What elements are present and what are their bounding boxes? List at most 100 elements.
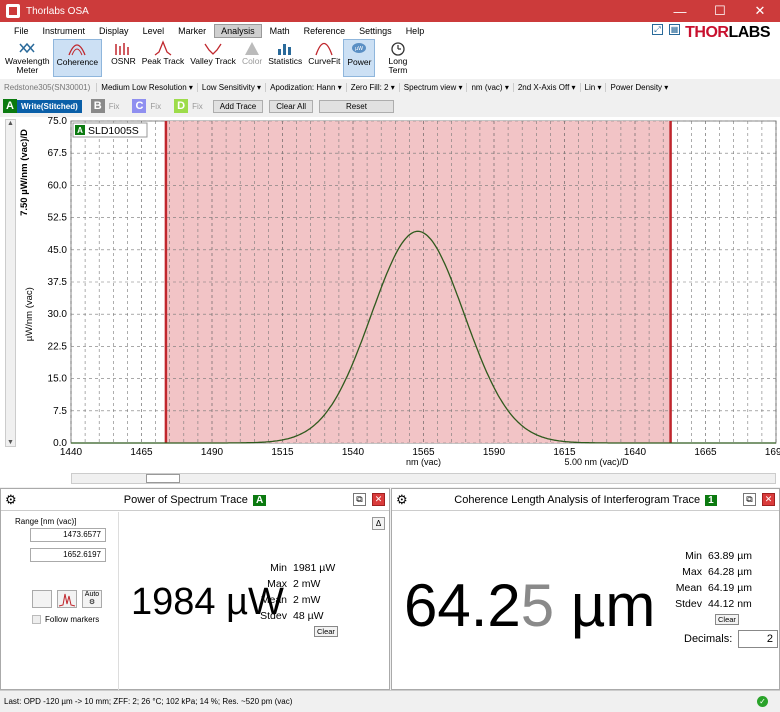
power-stat-value: 1981 µW [293, 562, 336, 574]
scale-dropdown[interactable]: Lin ▾ [579, 82, 606, 92]
osnr-icon [114, 40, 132, 56]
clear-all-button[interactable]: Clear All [269, 99, 314, 113]
power-panel-header: ⚙ Power of Spectrum Trace A ⧉ ✕ [1, 489, 389, 511]
scale-value: Lin [584, 82, 596, 92]
minimize-button[interactable]: — [660, 0, 700, 22]
coherence-clear-button[interactable]: Clear [715, 614, 739, 625]
menu-instrument[interactable]: Instrument [37, 25, 92, 37]
y-tick-label: 45.0 [48, 245, 68, 256]
peak-track-icon [154, 40, 172, 56]
menu-help[interactable]: Help [400, 25, 431, 37]
menu-marker[interactable]: Marker [172, 25, 212, 37]
menu-file[interactable]: File [8, 25, 35, 37]
power-clear-button[interactable]: Clear [314, 626, 338, 637]
menu-settings[interactable]: Settings [353, 25, 398, 37]
menu-analysis[interactable]: Analysis [214, 23, 262, 38]
trace-a-mode[interactable]: Write(Stitched) [17, 99, 82, 113]
second-axis-dropdown[interactable]: 2nd X-Axis Off ▾ [512, 82, 580, 92]
ribbon-label: Power [347, 57, 372, 67]
maximize-button[interactable]: ☐ [700, 0, 740, 22]
spectrum-view-dropdown[interactable]: Spectrum view ▾ [398, 82, 467, 92]
auto-range-button[interactable]: Auto ⚙ [82, 590, 102, 608]
y-division-label: 7.50 µW/nm (vac)/D [19, 129, 30, 216]
coherence-title-text: Coherence Length Analysis of Interferogr… [454, 493, 701, 506]
ribbon-statistics[interactable]: Statistics [265, 39, 305, 77]
trace-tag-badge: A [252, 494, 267, 506]
range-max-input[interactable]: 1652.6197 [30, 548, 106, 562]
coherence-icon [68, 41, 86, 57]
layout-icon[interactable]: ▦ [669, 24, 680, 35]
range-label: Range [nm (vac)] [15, 517, 77, 526]
horizontal-scrollbar[interactable] [71, 473, 776, 484]
coherence-panel-title: Coherence Length Analysis of Interferogr… [392, 494, 779, 506]
apodization-dropdown[interactable]: Apodization: Hann ▾ [265, 82, 346, 92]
coherence-clear-label: Clear [715, 614, 739, 625]
unit-dropdown[interactable]: nm (vac) ▾ [466, 82, 512, 92]
ribbon-wavelength-meter[interactable]: Wavelength Meter [2, 39, 53, 77]
coherence-value-unit: µm [554, 572, 656, 639]
decimals-input[interactable]: 2 [738, 630, 778, 648]
add-trace-button[interactable]: Add Trace [212, 99, 264, 113]
ribbon-label: CurveFit [308, 56, 341, 66]
ribbon-valley-track[interactable]: Valley Track [187, 39, 239, 77]
trace-c-tag[interactable]: C [132, 99, 147, 113]
x-tick-label: 1665 [694, 447, 717, 458]
spectrum-range-icon[interactable] [57, 590, 77, 608]
y-tick-label: 22.5 [48, 341, 68, 352]
power-stat-key: Min [270, 562, 287, 574]
trace-a-tag[interactable]: A [3, 99, 17, 113]
follow-markers-label: Follow markers [45, 615, 100, 624]
ribbon-coherence[interactable]: Coherence [52, 39, 103, 77]
x-tick-label: 1590 [483, 447, 506, 458]
ribbon-label: Wavelength Meter [5, 56, 50, 75]
checkbox-box[interactable] [32, 615, 41, 624]
resolution-dropdown[interactable]: Medium Low Resolution ▾ [96, 82, 197, 92]
spectrum-chart[interactable]: ▲ ▼ 0.0 7.5 15.0 22.5 30.0 37.5 45.0 52.5 60.0 67… [0, 117, 780, 487]
reset-button[interactable]: Reset [319, 99, 394, 113]
scroll-thumb[interactable] [146, 474, 180, 483]
menu-reference[interactable]: Reference [298, 25, 352, 37]
follow-markers-checkbox[interactable]: Follow markers [32, 615, 99, 624]
coherence-stat-key: Max [682, 566, 702, 578]
y-tick-label: 7.5 [53, 406, 67, 417]
density-dropdown[interactable]: Power Density ▾ [605, 82, 672, 92]
range-min-input[interactable]: 1473.6577 [30, 528, 106, 542]
coherence-stat-row: Stdev 44.12 nm [660, 596, 752, 612]
zero-fill-dropdown[interactable]: Zero Fill: 2 ▾ [345, 82, 399, 92]
y-tick-label: 67.5 [48, 148, 68, 159]
menu-level[interactable]: Level [137, 25, 171, 37]
menu-math[interactable]: Math [264, 25, 296, 37]
trace-b-tag[interactable]: B [90, 99, 105, 113]
ribbon-peak-track[interactable]: Peak Track [139, 39, 188, 77]
close-panel-icon[interactable]: ✕ [762, 493, 775, 506]
app-icon [6, 4, 20, 18]
ribbon-long-term[interactable]: Long Term [385, 39, 410, 77]
x-axis-label: nm (vac) [406, 457, 441, 467]
popout-icon[interactable]: ⧉ [353, 493, 366, 506]
trace-d-tag[interactable]: D [174, 99, 189, 113]
popout-icon[interactable]: ⧉ [743, 493, 756, 506]
ribbon-power[interactable]: µW Power [343, 39, 376, 77]
long-term-icon [389, 40, 407, 56]
coherence-stat-key: Min [685, 550, 702, 562]
view-icons: ⤢ ▦ [652, 24, 680, 35]
ribbon-osnr[interactable]: OSNR [108, 39, 139, 77]
blank-range-icon[interactable] [32, 590, 52, 608]
sensitivity-dropdown[interactable]: Low Sensitivity ▾ [196, 82, 265, 92]
collapse-button[interactable]: Δ [372, 517, 385, 530]
trace-c-mode[interactable]: Fix [146, 100, 165, 113]
fullscreen-icon[interactable]: ⤢ [652, 24, 663, 35]
y-axis-label: µW/nm (vac) [24, 287, 35, 341]
trace-d-mode[interactable]: Fix [188, 100, 207, 113]
unit-value: nm (vac) [471, 82, 503, 92]
ribbon-color[interactable]: Color [239, 39, 265, 77]
decimals-label: Decimals: [684, 633, 733, 645]
menu-display[interactable]: Display [93, 25, 135, 37]
color-icon [243, 40, 261, 56]
close-button[interactable]: ✕ [740, 0, 780, 22]
power-range-sidebar: Range [nm (vac)] 1473.6577 1652.6197 Aut… [1, 512, 119, 690]
close-panel-icon[interactable]: ✕ [372, 493, 385, 506]
ribbon-curvefit[interactable]: CurveFit [305, 39, 343, 77]
trace-b-mode[interactable]: Fix [105, 100, 124, 113]
ribbon-label: Long Term [388, 56, 408, 75]
